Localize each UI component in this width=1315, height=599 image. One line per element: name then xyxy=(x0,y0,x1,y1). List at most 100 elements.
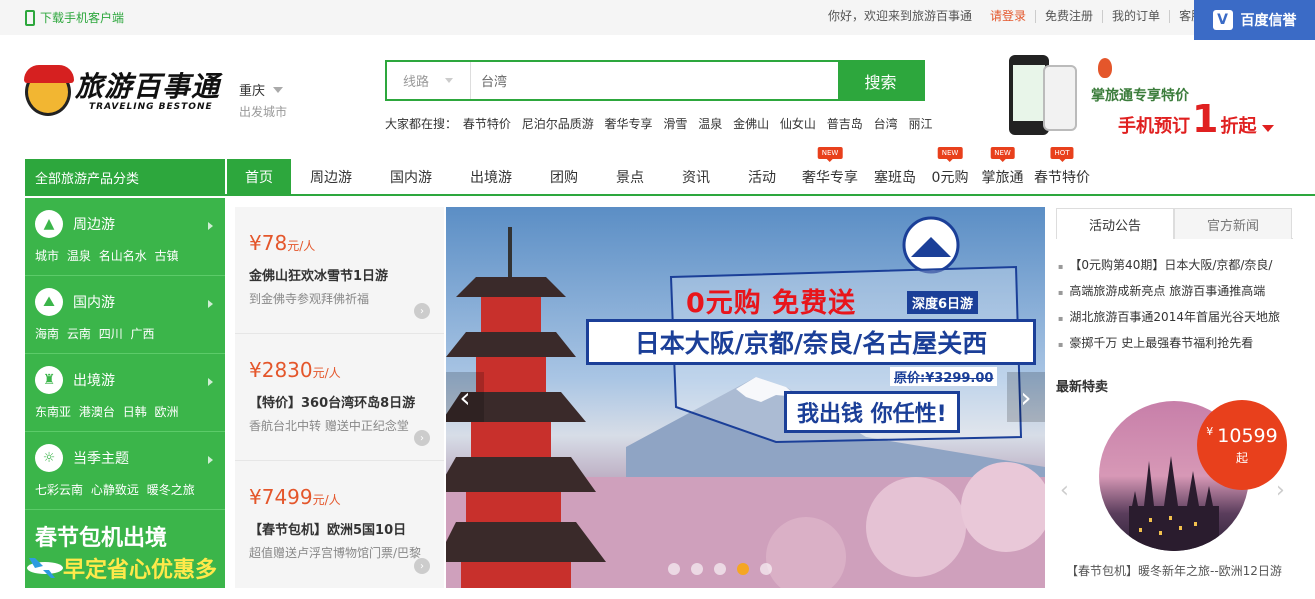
carousel-dot[interactable] xyxy=(714,563,726,575)
sub-category-link[interactable]: 名山名水 xyxy=(99,249,147,263)
hot-search-term[interactable]: 台湾 xyxy=(874,117,898,131)
category-seasonal[interactable]: ☼ 当季主题 七彩云南 心静致远 暖冬之旅 xyxy=(25,432,225,510)
carousel-dot-active[interactable] xyxy=(737,563,749,575)
hot-search-term[interactable]: 尼泊尔品质游 xyxy=(522,117,594,131)
nav-label: 国内游 xyxy=(390,169,432,186)
search-button[interactable]: 搜索 xyxy=(838,62,923,99)
tab-official-news[interactable]: 官方新闻 xyxy=(1174,208,1292,239)
carousel-dot[interactable] xyxy=(668,563,680,575)
nav-item-saipan[interactable]: 塞班岛 xyxy=(865,159,925,194)
sub-category-link[interactable]: 日韩 xyxy=(123,405,147,419)
sub-category-link[interactable]: 东南亚 xyxy=(35,405,71,419)
category-nearby[interactable]: ▲ 周边游 城市 温泉 名山名水 古镇 xyxy=(25,198,225,276)
special-prev-button[interactable]: ‹ xyxy=(1060,478,1069,503)
news-item[interactable]: 湖北旅游百事通2014年首届光谷天地旅 xyxy=(1058,305,1290,331)
mobile-client-link[interactable]: 下载手机客户端 xyxy=(25,9,124,26)
nav-label: 春节特价 xyxy=(1034,169,1090,186)
deal-card[interactable]: ¥2830元/人 【特价】360台湾环岛8日游 香航台北中转 赠送中正纪念堂 › xyxy=(235,334,444,461)
category-title: 当季主题 xyxy=(73,451,129,467)
nav-item-nearby[interactable]: 周边游 xyxy=(291,159,371,194)
site-logo[interactable]: 旅游百事通 TRAVELING BESTONE xyxy=(24,65,220,116)
special-price-badge: ¥10599 起 xyxy=(1197,400,1287,490)
sub-category-link[interactable]: 温泉 xyxy=(67,249,91,263)
hot-search-term[interactable]: 丽江 xyxy=(908,117,932,131)
hot-search-term[interactable]: 奢华专享 xyxy=(605,117,653,131)
arrow-right-icon xyxy=(208,456,213,464)
login-link[interactable]: 请登录 xyxy=(981,10,1035,23)
baidu-credit-badge[interactable]: V 百度信誉 xyxy=(1194,0,1315,40)
news-item[interactable]: 高端旅游成新亮点 旅游百事通推高端 xyxy=(1058,279,1290,305)
nav-item-zero-buy[interactable]: NEW 0元购 xyxy=(925,147,975,194)
main-nav: 全部旅游产品分类 首页 周边游 国内游 出境游 团购 景点 资讯 活动 NEW 奢… xyxy=(25,147,1315,196)
sub-category-link[interactable]: 欧洲 xyxy=(155,405,179,419)
register-link[interactable]: 免费注册 xyxy=(1035,10,1102,23)
deal-desc: 到金佛寺参观拜佛祈福 xyxy=(249,292,370,306)
news-item[interactable]: 豪掷千万 史上最强春节福利抢先看 xyxy=(1058,331,1290,357)
hot-search-term[interactable]: 滑雪 xyxy=(663,117,687,131)
carousel-prev-button[interactable]: ‹ xyxy=(446,372,484,422)
search-type-select[interactable]: 线路 xyxy=(387,62,471,99)
mobile-app-promo[interactable]: 掌旅通专享特价 手机预订 1 折起 xyxy=(1003,53,1303,143)
tab-announcements[interactable]: 活动公告 xyxy=(1056,208,1174,239)
sub-category-link[interactable]: 云南 xyxy=(67,327,91,341)
category-title: 国内游 xyxy=(73,295,115,311)
top-bar: 下载手机客户端 你好，欢迎来到旅游百事通 请登录 免费注册 我的订单 客服 xyxy=(0,0,1315,35)
arrow-right-icon xyxy=(208,222,213,230)
deal-card[interactable]: ¥78元/人 金佛山狂欢冰雪节1日游 到金佛寺参观拜佛祈福 › xyxy=(235,207,444,334)
category-sidebar: ▲ 周边游 城市 温泉 名山名水 古镇 ⛰ 国内游 海南 云南 四川 广西 ♜ 出境游… xyxy=(25,198,225,588)
nav-item-app[interactable]: NEW 掌旅通 xyxy=(975,147,1030,194)
carousel-dot[interactable] xyxy=(691,563,703,575)
sub-category-link[interactable]: 城市 xyxy=(35,249,59,263)
original-price-value: 原价:¥3299.00 xyxy=(894,371,994,386)
nav-item-spring-deals[interactable]: HOT 春节特价 xyxy=(1030,147,1094,194)
charter-flight-banner[interactable]: 春节包机出境 早定省心优惠多 xyxy=(25,510,225,588)
new-badge: NEW xyxy=(990,147,1015,162)
arrow-right-icon[interactable]: › xyxy=(414,430,430,446)
sub-category-link[interactable]: 四川 xyxy=(99,327,123,341)
hot-search-term[interactable]: 春节特价 xyxy=(463,117,511,131)
nav-item-outbound[interactable]: 出境游 xyxy=(451,159,531,194)
sub-category-link[interactable]: 海南 xyxy=(35,327,59,341)
sub-category-link[interactable]: 心静致远 xyxy=(91,483,139,497)
promo-line-2: 手机预订 1 折起 xyxy=(1118,97,1275,141)
nav-item-home[interactable]: 首页 xyxy=(227,159,291,194)
hot-search-term[interactable]: 仙女山 xyxy=(780,117,816,131)
search-bar: 线路 搜索 xyxy=(385,60,925,101)
sub-category-link[interactable]: 港澳台 xyxy=(79,405,115,419)
hot-search-term[interactable]: 温泉 xyxy=(698,117,722,131)
deal-name: 【特价】360台湾环岛8日游 xyxy=(249,396,416,411)
nav-item-groupbuy[interactable]: 团购 xyxy=(531,159,597,194)
carousel-next-button[interactable]: › xyxy=(1007,372,1045,422)
sub-category-link[interactable]: 暖冬之旅 xyxy=(147,483,195,497)
special-sale-name[interactable]: 【春节包机】暖冬新年之旅--欧洲12日游 xyxy=(1066,562,1282,579)
carousel-dot[interactable] xyxy=(760,563,772,575)
hot-search-term[interactable]: 金佛山 xyxy=(733,117,769,131)
nav-item-news[interactable]: 资讯 xyxy=(663,159,729,194)
price-unit: 元/人 xyxy=(312,493,341,507)
sub-category-link[interactable]: 七彩云南 xyxy=(35,483,83,497)
news-item[interactable]: 【0元购第40期】日本大阪/京都/奈良/ xyxy=(1058,253,1290,279)
phone-image xyxy=(1043,65,1077,131)
mascot-icon xyxy=(24,65,74,116)
nav-item-events[interactable]: 活动 xyxy=(729,159,795,194)
arrow-right-icon[interactable]: › xyxy=(414,303,430,319)
nav-item-luxury[interactable]: NEW 奢华专享 xyxy=(795,147,865,194)
search-input[interactable] xyxy=(471,62,838,99)
nav-item-scenic[interactable]: 景点 xyxy=(597,159,663,194)
special-next-button[interactable]: › xyxy=(1276,478,1285,503)
special-sale-title: 最新特卖 xyxy=(1056,380,1109,395)
sub-category-link[interactable]: 古镇 xyxy=(155,249,179,263)
category-domestic[interactable]: ⛰ 国内游 海南 云南 四川 广西 xyxy=(25,276,225,354)
nav-item-domestic[interactable]: 国内游 xyxy=(371,159,451,194)
new-badge: NEW xyxy=(817,147,843,162)
arrow-right-icon xyxy=(208,300,213,308)
my-orders-link[interactable]: 我的订单 xyxy=(1102,10,1169,23)
all-categories-button[interactable]: 全部旅游产品分类 xyxy=(25,159,225,196)
hero-carousel[interactable]: 0元购 免费送 深度6日游 日本大阪/京都/奈良/名古屋关西 原价:¥3299.… xyxy=(446,207,1045,588)
departure-city-selector[interactable]: 重庆 出发城市 xyxy=(239,80,287,120)
hot-search-term[interactable]: 普吉岛 xyxy=(827,117,863,131)
arrow-right-icon[interactable]: › xyxy=(414,558,430,574)
category-outbound[interactable]: ♜ 出境游 东南亚 港澳台 日韩 欧洲 xyxy=(25,354,225,432)
sub-category-link[interactable]: 广西 xyxy=(131,327,155,341)
deal-card[interactable]: ¥7499元/人 【春节包机】欧洲5国10日 超值赠送卢浮宫博物馆门票/巴黎 › xyxy=(235,461,444,588)
